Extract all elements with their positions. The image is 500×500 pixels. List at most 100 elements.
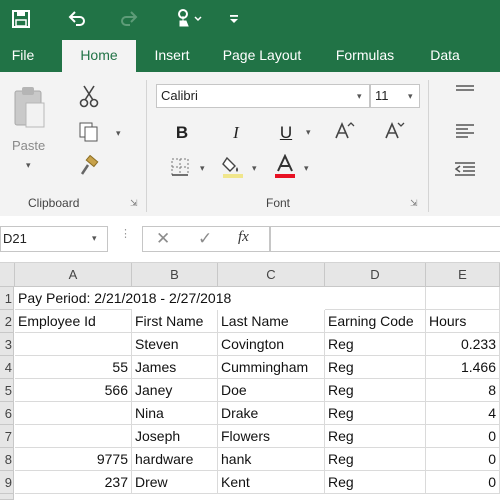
cell-a5[interactable]: 566: [15, 379, 132, 402]
cell-d4[interactable]: Reg: [325, 356, 426, 379]
paste-dropdown-icon[interactable]: ▾: [26, 160, 31, 171]
row-header[interactable]: 5: [0, 379, 14, 402]
font-color-button[interactable]: [270, 153, 300, 184]
cell-b7[interactable]: Joseph: [132, 425, 218, 448]
cell-e7[interactable]: 0: [426, 425, 500, 448]
touch-mode-button[interactable]: [168, 0, 208, 38]
confirm-entry-button[interactable]: ✓: [198, 229, 212, 249]
row-header[interactable]: 7: [0, 425, 14, 448]
cell-e6[interactable]: 4: [426, 402, 500, 425]
customize-toolbar-button[interactable]: [224, 0, 244, 38]
copy-button[interactable]: [72, 120, 106, 148]
cell-d7[interactable]: Reg: [325, 425, 426, 448]
font-launcher-icon[interactable]: ⇲: [410, 198, 418, 209]
cell-c3[interactable]: Covington: [218, 333, 325, 356]
bold-button[interactable]: B: [168, 120, 196, 146]
row-header[interactable]: 3: [0, 333, 14, 356]
insert-function-button[interactable]: fx: [238, 229, 249, 246]
redo-button[interactable]: [112, 0, 146, 38]
cell-d2[interactable]: Earning Code: [325, 310, 426, 333]
row-header[interactable]: 9: [0, 471, 14, 494]
fill-color-dropdown-icon[interactable]: ▾: [252, 163, 257, 174]
tab-home[interactable]: Home: [62, 40, 136, 72]
cell-b2[interactable]: First Name: [132, 310, 218, 333]
cell-d3[interactable]: Reg: [325, 333, 426, 356]
cut-button[interactable]: [74, 84, 104, 112]
increase-font-size-button[interactable]: [330, 118, 358, 146]
tab-file[interactable]: File: [0, 38, 46, 72]
tab-page-layout[interactable]: Page Layout: [216, 38, 308, 72]
align-top-button[interactable]: [450, 82, 480, 104]
underline-dropdown-icon[interactable]: ▾: [306, 127, 311, 138]
row-header[interactable]: 2: [0, 310, 14, 333]
cell-b4[interactable]: James: [132, 356, 218, 379]
save-button[interactable]: [4, 0, 38, 38]
font-name-box[interactable]: Calibri: [156, 84, 370, 108]
row-header[interactable]: 4: [0, 356, 14, 379]
row-header[interactable]: 8: [0, 448, 14, 471]
cell-a6[interactable]: [15, 402, 132, 425]
cell-b9[interactable]: Drew: [132, 471, 218, 494]
column-header-c[interactable]: C: [218, 263, 325, 287]
select-all-corner[interactable]: [0, 263, 15, 287]
decrease-indent-button[interactable]: [450, 160, 480, 182]
align-left-button[interactable]: [450, 122, 480, 144]
cell-e3[interactable]: 0.233: [426, 333, 500, 356]
cell-a2[interactable]: Employee Id: [15, 310, 132, 333]
cell-a7[interactable]: [15, 425, 132, 448]
font-name-dropdown-icon[interactable]: ▾: [357, 91, 362, 102]
cell-a9[interactable]: 237: [15, 471, 132, 494]
cell-d8[interactable]: Reg: [325, 448, 426, 471]
cell-e1[interactable]: [426, 287, 500, 310]
fill-color-button[interactable]: [218, 154, 248, 184]
cell-b5[interactable]: Janey: [132, 379, 218, 402]
cell-a1[interactable]: Pay Period: 2/21/2018 - 2/27/2018: [15, 287, 231, 310]
copy-dropdown-icon[interactable]: ▾: [116, 128, 121, 139]
paste-button[interactable]: [6, 82, 54, 138]
cell-a8[interactable]: 9775: [15, 448, 132, 471]
font-color-dropdown-icon[interactable]: ▾: [304, 163, 309, 174]
clipboard-launcher-icon[interactable]: ⇲: [130, 198, 138, 209]
font-size-dropdown-icon[interactable]: ▾: [408, 91, 413, 102]
formula-input[interactable]: [270, 226, 500, 252]
row-header[interactable]: 6: [0, 402, 14, 425]
cell-c9[interactable]: Kent: [218, 471, 325, 494]
formula-bar-grip-icon[interactable]: ⋮: [120, 229, 131, 240]
column-header-b[interactable]: B: [132, 263, 218, 287]
cell-e9[interactable]: 0: [426, 471, 500, 494]
borders-button[interactable]: [166, 156, 194, 182]
name-box-dropdown-icon[interactable]: ▾: [92, 233, 97, 244]
cell-d1[interactable]: [325, 287, 426, 310]
tab-formulas[interactable]: Formulas: [326, 38, 404, 72]
cell-b3[interactable]: Steven: [132, 333, 218, 356]
cancel-entry-button[interactable]: ✕: [156, 229, 170, 249]
row-header[interactable]: [0, 494, 14, 500]
cell-b8[interactable]: hardware: [132, 448, 218, 471]
cell-b6[interactable]: Nina: [132, 402, 218, 425]
cell-e5[interactable]: 8: [426, 379, 500, 402]
column-header-e[interactable]: E: [426, 263, 500, 287]
cell-e8[interactable]: 0: [426, 448, 500, 471]
italic-button[interactable]: I: [222, 120, 250, 146]
cell-a4[interactable]: 55: [15, 356, 132, 379]
decrease-font-size-button[interactable]: [380, 118, 408, 146]
cell-d5[interactable]: Reg: [325, 379, 426, 402]
cell-c4[interactable]: Cummingham: [218, 356, 325, 379]
row-header[interactable]: 1: [0, 287, 14, 310]
cell-c8[interactable]: hank: [218, 448, 325, 471]
cell-c2[interactable]: Last Name: [218, 310, 325, 333]
undo-button[interactable]: [60, 0, 94, 38]
tab-data[interactable]: Data: [420, 38, 470, 72]
column-header-d[interactable]: D: [325, 263, 426, 287]
cell-c5[interactable]: Doe: [218, 379, 325, 402]
cell-d6[interactable]: Reg: [325, 402, 426, 425]
cell-d9[interactable]: Reg: [325, 471, 426, 494]
cell-e2[interactable]: Hours: [426, 310, 500, 333]
cell-c7[interactable]: Flowers: [218, 425, 325, 448]
borders-dropdown-icon[interactable]: ▾: [200, 163, 205, 174]
cell-c6[interactable]: Drake: [218, 402, 325, 425]
cell-a3[interactable]: [15, 333, 132, 356]
tab-insert[interactable]: Insert: [144, 38, 200, 72]
format-painter-button[interactable]: [74, 154, 104, 182]
underline-button[interactable]: U: [272, 120, 300, 146]
